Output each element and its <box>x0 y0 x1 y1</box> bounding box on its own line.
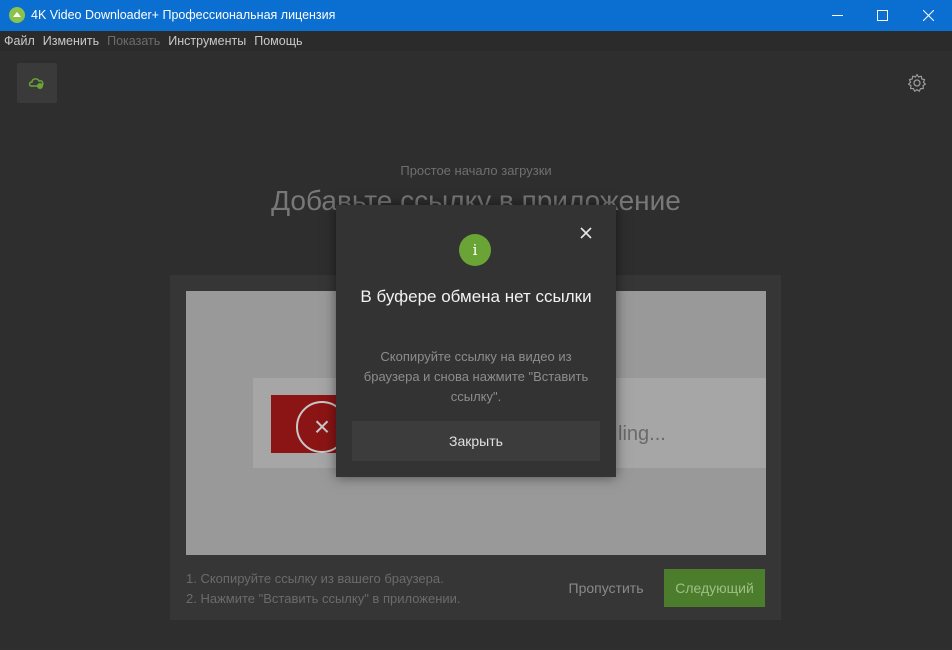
menu-bar: Файл Изменить Показать Инструменты Помощ… <box>0 31 952 51</box>
onboarding-steps: 1. Скопируйте ссылку из вашего браузера.… <box>186 569 461 609</box>
dialog-close-button[interactable] <box>577 224 595 242</box>
menu-view[interactable]: Показать <box>107 34 160 48</box>
menu-edit[interactable]: Изменить <box>43 34 99 48</box>
preview-loading-text: ling... <box>618 423 666 445</box>
window-title: 4K Video Downloader+ Профессиональная ли… <box>31 8 336 22</box>
gear-icon <box>908 73 926 92</box>
dialog-close-action-button[interactable]: Закрыть <box>352 421 600 461</box>
info-icon: i <box>459 234 491 266</box>
title-bar[interactable]: 4K Video Downloader+ Профессиональная ли… <box>0 0 952 31</box>
menu-file[interactable]: Файл <box>4 34 35 48</box>
menu-help[interactable]: Помощь <box>254 34 302 48</box>
settings-button[interactable] <box>907 73 927 93</box>
maximize-icon <box>876 10 888 21</box>
dialog-title: В буфере обмена нет ссылки <box>360 287 592 306</box>
smart-mode-icon <box>28 78 44 89</box>
step-2: 2. Нажмите "Вставить ссылку" в приложени… <box>186 591 461 606</box>
smart-mode-button[interactable] <box>17 63 57 103</box>
next-button[interactable]: Следующий <box>664 569 765 607</box>
close-icon <box>580 227 592 239</box>
skip-button[interactable]: Пропустить <box>568 569 644 607</box>
app-logo-icon <box>9 7 25 23</box>
step-1: 1. Скопируйте ссылку из вашего браузера. <box>186 571 444 586</box>
maximize-button[interactable] <box>859 0 905 31</box>
minimize-button[interactable] <box>814 0 860 31</box>
menu-tools[interactable]: Инструменты <box>168 34 246 48</box>
no-link-dialog: i В буфере обмена нет ссылки Скопируйте … <box>336 205 616 477</box>
minimize-icon <box>831 15 843 16</box>
onboarding-subtitle: Простое начало загрузки <box>400 163 552 178</box>
dialog-message: Скопируйте ссылку на видео из браузера и… <box>363 349 589 404</box>
close-window-button[interactable] <box>905 0 951 31</box>
close-icon <box>922 10 934 21</box>
